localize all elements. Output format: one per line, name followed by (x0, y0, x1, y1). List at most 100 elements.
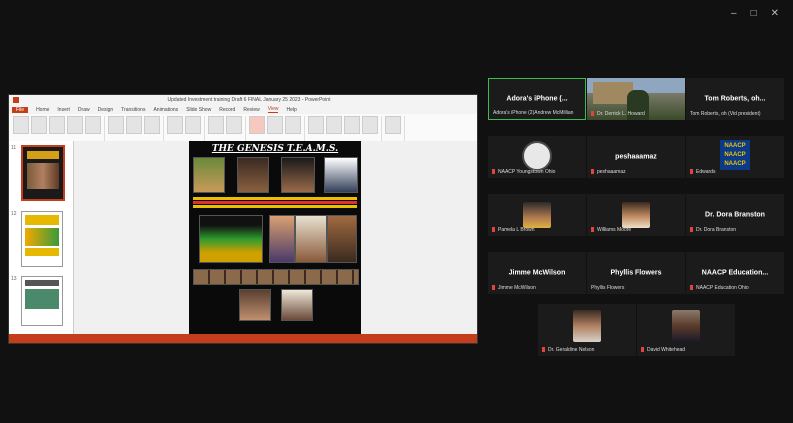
mic-muted-icon (690, 227, 693, 233)
tab-home[interactable]: Home (36, 107, 49, 113)
mic-muted-icon (492, 285, 495, 291)
ribbon-button[interactable] (308, 116, 324, 134)
ribbon-group-macros (385, 116, 405, 142)
tab-transitions[interactable]: Transitions (121, 107, 145, 113)
ribbon-button[interactable] (185, 116, 201, 134)
tab-slide-show[interactable]: Slide Show (186, 107, 211, 113)
participant-name: Edwards (690, 169, 715, 175)
participant-name: Phyllis Flowers (591, 285, 624, 291)
participant-label: Adora's iPhone (... (506, 95, 568, 103)
ribbon-button[interactable] (144, 116, 160, 134)
profile-photo (622, 202, 650, 228)
powerpoint-titlebar: Updated Investment training Draft 6 FINA… (9, 95, 477, 105)
ribbon-button[interactable] (362, 116, 378, 134)
ribbon-group-views (13, 116, 105, 142)
participant-name-text: peshaaamaz (597, 169, 626, 175)
mic-muted-icon (690, 285, 693, 291)
ribbon-group-zoom (208, 116, 246, 142)
participant-tile[interactable]: Adora's iPhone (... Adora's iPhone (2)An… (488, 78, 586, 120)
shared-screen[interactable]: Updated Investment training Draft 6 FINA… (8, 94, 478, 344)
tab-insert[interactable]: Insert (57, 107, 70, 113)
ribbon-group-master (108, 116, 164, 142)
ribbon-button[interactable] (344, 116, 360, 134)
ribbon-button[interactable] (49, 116, 65, 134)
participant-name-text: Pamela L Brown (498, 227, 535, 233)
naacp-logo-text: NAACP (724, 143, 746, 149)
document-title: Updated Investment training Draft 6 FINA… (167, 97, 331, 103)
participant-tile[interactable]: Pamela L Brown (488, 194, 586, 236)
maximize-button[interactable]: □ (751, 8, 757, 19)
participant-label: Dr. Dora Branston (705, 211, 765, 219)
ribbon-button[interactable] (85, 116, 101, 134)
participant-name: NAACP Education Ohio (690, 285, 749, 291)
participant-tile[interactable]: Tom Roberts, oh... Tom Roberts, oh (Vid … (686, 78, 784, 120)
ribbon-button[interactable] (285, 116, 301, 134)
ribbon-button[interactable] (67, 116, 83, 134)
participant-name-text: Dr. Derrick L. Howard (597, 111, 645, 117)
participant-name: Dr. Geraldine Nelson (542, 347, 594, 353)
tab-view[interactable]: View (267, 106, 279, 113)
participant-tile[interactable]: Jimme McWilson Jimme McWilson (488, 252, 586, 294)
naacp-logo-text: NAACP (724, 161, 746, 167)
slide-title: THE GENESIS T.E.A.M.S. (211, 144, 339, 154)
ribbon-button[interactable] (13, 116, 29, 134)
participant-tile[interactable]: Dr. Geraldine Nelson (538, 304, 636, 356)
ribbon-button[interactable] (249, 116, 265, 134)
tab-record[interactable]: Record (219, 107, 235, 113)
slide-thumbnail[interactable] (21, 211, 63, 267)
naacp-seal-icon (522, 141, 552, 171)
participant-tile[interactable]: NAACP Youngstown Ohio (488, 136, 586, 178)
participant-tile[interactable]: David Whitehead (637, 304, 735, 356)
mic-muted-icon (591, 227, 594, 233)
naacp-logo-icon: NAACP NAACP NAACP (720, 140, 750, 170)
ribbon-button[interactable] (267, 116, 283, 134)
mic-muted-icon (641, 347, 644, 353)
slide-photo (281, 157, 315, 193)
participant-tile[interactable]: Phyllis Flowers Phyllis Flowers (587, 252, 685, 294)
tab-review[interactable]: Review (243, 107, 259, 113)
slide-graphic (199, 215, 263, 263)
editor-area: 11 12 13 THE GENESIS T.E.A.M.S. (9, 141, 477, 334)
ribbon-button[interactable] (167, 116, 183, 134)
ribbon-button[interactable] (385, 116, 401, 134)
participant-name-text: Edwards (696, 169, 716, 175)
ribbon-button[interactable] (126, 116, 142, 134)
participant-name: Dr. Dora Branston (690, 227, 736, 233)
ribbon-button[interactable] (226, 116, 242, 134)
slide-photo-strip (193, 269, 359, 285)
participant-tile[interactable]: peshaaamaz peshaaamaz (587, 136, 685, 178)
current-slide[interactable]: THE GENESIS T.E.A.M.S. (189, 141, 361, 334)
tab-file[interactable]: File (12, 106, 29, 113)
close-button[interactable]: ✕ (771, 8, 779, 19)
minimize-button[interactable]: – (731, 8, 737, 19)
participant-label: Phyllis Flowers (610, 269, 662, 277)
participant-tile[interactable]: Dr. Dora Branston Dr. Dora Branston (686, 194, 784, 236)
ribbon-button[interactable] (208, 116, 224, 134)
tab-help[interactable]: Help (286, 107, 296, 113)
ribbon-button[interactable] (326, 116, 342, 134)
participant-label: Tom Roberts, oh... (704, 95, 766, 103)
tab-design[interactable]: Design (98, 107, 114, 113)
participant-name: NAACP Youngstown Ohio (492, 169, 555, 175)
mic-muted-icon (690, 169, 693, 175)
ribbon-button[interactable] (108, 116, 124, 134)
participant-tile[interactable]: NAACP NAACP NAACP Edwards (686, 136, 784, 178)
tab-animations[interactable]: Animations (153, 107, 178, 113)
ribbon-group-window (308, 116, 382, 142)
participant-tile[interactable]: Williams Moore (587, 194, 685, 236)
slide-photo (193, 157, 225, 193)
slide-photo (281, 289, 313, 321)
slide-thumbnail[interactable] (21, 145, 65, 201)
tab-draw[interactable]: Draw (78, 107, 90, 113)
slide-thumbnails[interactable]: 11 12 13 (9, 141, 74, 334)
mic-muted-icon (542, 347, 545, 353)
status-bar (9, 334, 477, 343)
slide-thumbnail[interactable] (21, 276, 63, 326)
participant-name-text: Dr. Geraldine Nelson (548, 347, 595, 353)
thumb-number: 13 (11, 276, 17, 282)
participant-tile-video[interactable]: Dr. Derrick L. Howard (587, 78, 685, 120)
ribbon-button[interactable] (31, 116, 47, 134)
participant-name-text: NAACP Youngstown Ohio (498, 169, 556, 175)
participant-tile[interactable]: NAACP Education... NAACP Education Ohio (686, 252, 784, 294)
profile-photo (523, 202, 551, 228)
